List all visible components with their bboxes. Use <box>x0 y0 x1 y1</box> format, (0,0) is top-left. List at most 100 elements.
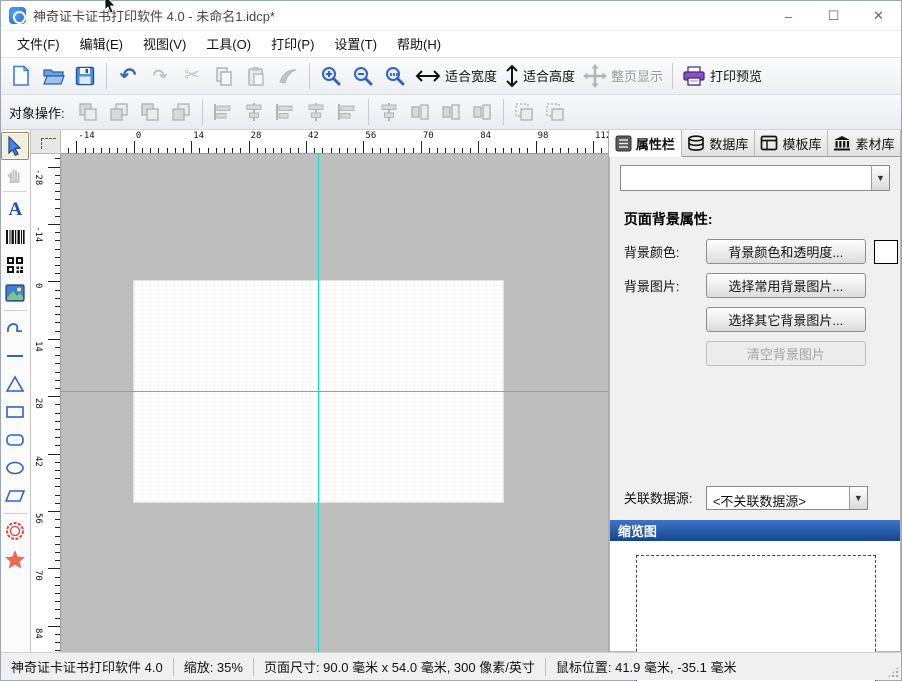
close-button[interactable]: ✕ <box>856 1 901 31</box>
align-icon <box>274 101 296 123</box>
layers-icon <box>139 101 161 123</box>
hruler-label: 42 <box>308 131 319 141</box>
image-tool[interactable] <box>1 279 29 307</box>
horizontal-guide-line <box>61 391 608 392</box>
line-tool[interactable] <box>1 342 29 370</box>
align-right-button <box>270 98 301 126</box>
menu-edit[interactable]: 编辑(E) <box>70 30 133 57</box>
tab-templates-label: 模板库 <box>782 134 821 153</box>
titlebar: 神奇证卡证书打印软件 4.0 - 未命名1.idcp* –☐✕ <box>1 1 901 31</box>
star-icon <box>4 549 26 569</box>
statusbar-zoom: 缩放: 35% <box>174 657 253 676</box>
minimize-button[interactable]: – <box>766 1 811 31</box>
menu-view[interactable]: 视图(V) <box>133 30 196 57</box>
toolbar-separator <box>106 63 107 89</box>
menu-file[interactable]: 文件(F) <box>7 30 70 57</box>
barcode-tool[interactable] <box>1 223 29 251</box>
equal-size-button <box>467 98 498 126</box>
canvas-column: -14014284256708498112 -28-14014284256708… <box>31 130 608 652</box>
design-canvas[interactable] <box>61 154 608 652</box>
database-icon <box>687 135 705 152</box>
hruler-label: -14 <box>78 131 94 141</box>
copy-icon <box>214 66 234 86</box>
align-top-button <box>301 98 332 126</box>
open-button[interactable] <box>37 61 69 91</box>
hruler-label: 112 <box>595 131 608 141</box>
choose-common-bg-button[interactable]: 选择常用背景图片... <box>706 273 866 298</box>
delete-icon <box>278 66 298 86</box>
size-icon <box>440 101 462 123</box>
curve-tool[interactable] <box>1 314 29 342</box>
menu-print[interactable]: 打印(P) <box>261 30 324 57</box>
toolbar-separator <box>368 99 369 125</box>
tab-database[interactable]: 数据库 <box>682 130 755 156</box>
triangle-icon <box>5 375 25 393</box>
rounded-rect-tool[interactable] <box>1 426 29 454</box>
bg-color-label: 背景颜色: <box>624 242 706 261</box>
triangle-tool[interactable] <box>1 370 29 398</box>
toolbar-separator <box>309 63 310 89</box>
fit-height-button[interactable]: 适合高度 <box>501 61 579 91</box>
rectangle-tool[interactable] <box>1 398 29 426</box>
menu-help[interactable]: 帮助(H) <box>387 30 451 57</box>
maximize-button[interactable]: ☐ <box>811 1 856 31</box>
zoom-actual-icon <box>384 65 406 87</box>
bg-color-swatch[interactable] <box>874 240 898 264</box>
rounded-rect-icon <box>5 432 25 448</box>
text-tool[interactable]: A <box>1 195 29 223</box>
statusbar-mouse-position: 鼠标位置: 41.9 毫米, -35.1 毫米 <box>546 657 747 676</box>
open-folder-icon <box>42 66 65 86</box>
print-preview-button[interactable]: 打印预览 <box>678 61 766 91</box>
paste-icon <box>246 66 266 86</box>
redo-button: ↷ <box>144 61 176 91</box>
vruler-label: -28 <box>33 169 43 185</box>
select-tool[interactable] <box>1 132 29 160</box>
choose-other-bg-button[interactable]: 选择其它背景图片... <box>706 307 866 332</box>
layers2-icon <box>108 101 130 123</box>
main-toolbar: ↶↷✂适合宽度适合高度整页显示打印预览 <box>1 58 901 95</box>
qrcode-tool[interactable] <box>1 251 29 279</box>
zoom-actual-button[interactable] <box>379 61 411 91</box>
fit-width-button[interactable]: 适合宽度 <box>411 61 501 91</box>
chevron-down-icon[interactable]: ▼ <box>849 487 867 509</box>
menu-settings[interactable]: 设置(T) <box>324 30 387 57</box>
align-left-button <box>208 98 239 126</box>
tab-materials[interactable]: 素材库 <box>828 130 901 156</box>
save-button[interactable] <box>69 61 101 91</box>
datasource-combobox[interactable]: <不关联数据源> ▼ <box>706 486 868 510</box>
template-icon <box>760 135 778 151</box>
stamp-icon <box>5 521 25 541</box>
barcode-icon <box>5 229 25 245</box>
panel-tabs: 属性栏数据库 模板库素材库 <box>609 130 901 157</box>
clear-bg-button: 清空背景图片 <box>706 341 866 366</box>
fit-page-icon <box>583 64 607 88</box>
zoom-in-button[interactable] <box>315 61 347 91</box>
copy-button <box>208 61 240 91</box>
vruler-label: 14 <box>33 341 43 352</box>
window-controls: –☐✕ <box>766 1 901 31</box>
curve-icon <box>5 320 25 336</box>
star-tool[interactable] <box>1 545 29 573</box>
zoom-out-button[interactable] <box>347 61 379 91</box>
menu-tools[interactable]: 工具(O) <box>196 30 261 57</box>
undo-button[interactable]: ↶ <box>112 61 144 91</box>
tab-templates[interactable]: 模板库 <box>755 130 828 156</box>
new-button[interactable] <box>5 61 37 91</box>
resize-grip[interactable] <box>887 666 899 678</box>
stamp-tool[interactable] <box>1 517 29 545</box>
align-icon <box>336 101 358 123</box>
bg-color-button[interactable]: 背景颜色和透明度... <box>706 239 866 264</box>
ellipse-tool[interactable] <box>1 454 29 482</box>
tab-properties[interactable]: 属性栏 <box>609 130 682 157</box>
line-icon <box>5 351 25 361</box>
hruler-label: 70 <box>423 131 434 141</box>
object-selector-combobox[interactable]: ▼ <box>620 165 890 191</box>
rectangle-icon <box>5 404 25 420</box>
parallelogram-tool[interactable] <box>1 482 29 510</box>
send-backward-button <box>166 98 197 126</box>
fit-page-button-label: 整页显示 <box>611 66 663 85</box>
app-window: 神奇证卡证书打印软件 4.0 - 未命名1.idcp* –☐✕ 文件(F)编辑(… <box>0 0 902 681</box>
chevron-down-icon[interactable]: ▼ <box>871 166 889 190</box>
pan-tool[interactable] <box>1 160 29 188</box>
statusbar-page-size: 页面尺寸: 90.0 毫米 x 54.0 毫米, 300 像素/英寸 <box>254 657 545 676</box>
